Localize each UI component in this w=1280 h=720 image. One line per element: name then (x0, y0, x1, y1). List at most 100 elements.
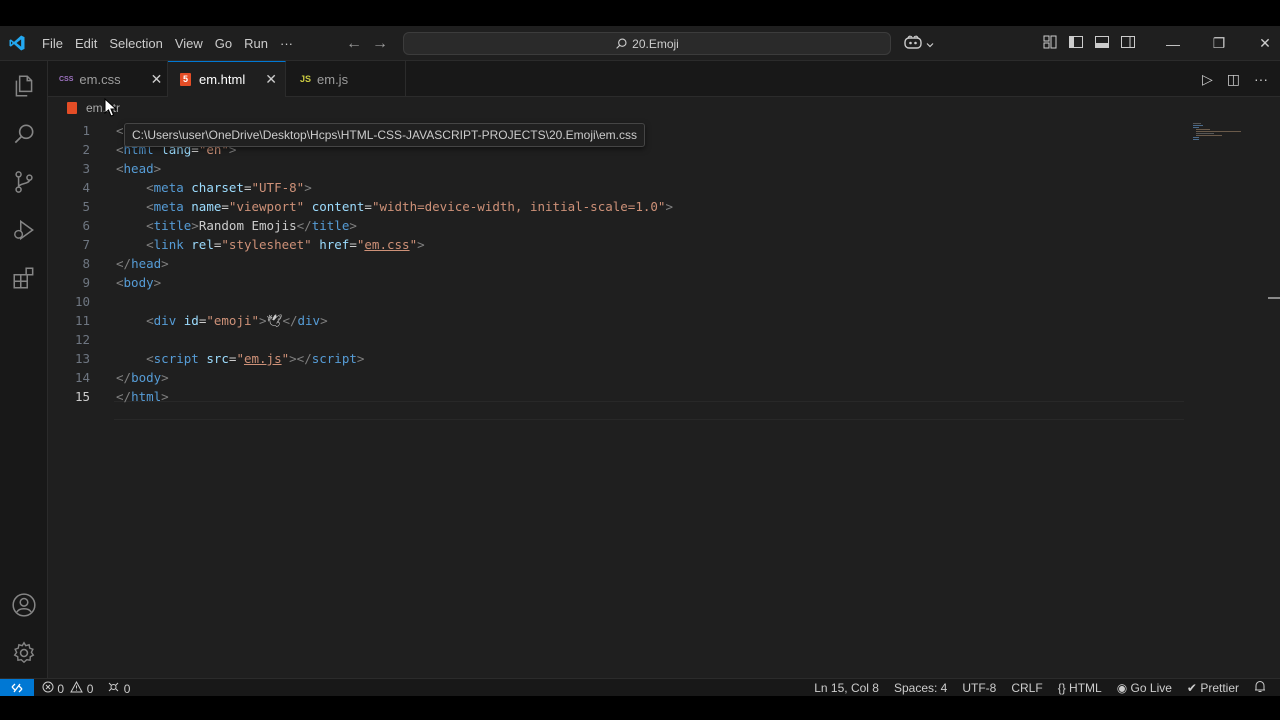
menu-item[interactable]: Edit (69, 26, 103, 61)
code-line[interactable]: <div id="emoji">🕊</div> (116, 311, 328, 330)
prettier-status[interactable]: ✔ Prettier (1187, 681, 1239, 695)
tab-em-css[interactable]: CSS em.css ✕ (48, 61, 168, 97)
code-token: </ (296, 218, 312, 233)
copilot-menu[interactable] (904, 35, 934, 52)
code-token: > (191, 218, 199, 233)
manage-gear-icon[interactable] (11, 640, 37, 666)
tab-label: em.js (317, 71, 349, 87)
line-number: 14 (74, 370, 90, 385)
code-token: > (259, 313, 267, 328)
current-line-highlight (114, 401, 1184, 420)
code-line[interactable]: </html> (116, 387, 169, 406)
code-token: > (320, 313, 328, 328)
search-icon[interactable] (11, 121, 37, 147)
language-mode[interactable]: {} HTML (1058, 681, 1102, 695)
tab-em-html[interactable]: 5 em.html ✕ (168, 61, 286, 97)
explorer-icon[interactable] (11, 73, 37, 99)
run-and-debug-icon[interactable] (11, 217, 37, 243)
restore-button[interactable]: ❐ (1196, 26, 1242, 61)
code-token: body (131, 370, 162, 385)
customize-layout-icon[interactable] (1042, 34, 1058, 50)
back-arrow-icon[interactable]: ← (346, 35, 362, 53)
go-live-button[interactable]: ◉ Go Live (1117, 681, 1172, 695)
accounts-icon[interactable] (11, 592, 37, 618)
code-token: name (191, 199, 222, 214)
line-number: 10 (74, 294, 90, 309)
ports-indicator[interactable]: 0 (107, 681, 130, 696)
indentation[interactable]: Spaces: 4 (894, 681, 947, 695)
menu-item[interactable]: Run (238, 26, 274, 61)
line-number: 5 (82, 199, 90, 214)
code-token: meta (153, 199, 184, 214)
braces-icon: {} (1057, 681, 1066, 695)
menu-bar: File Edit Selection View Go Run ··· (36, 26, 299, 61)
code-token: head (131, 256, 162, 271)
code-line[interactable]: <body> (116, 273, 161, 292)
code-token: > (289, 351, 297, 366)
split-editor-icon[interactable]: ◫ (1227, 71, 1240, 88)
code-line[interactable]: <script src="em.js"></script> (116, 349, 364, 368)
chevron-down-icon (926, 43, 934, 48)
code-line[interactable]: </body> (116, 368, 169, 387)
code-token: > (153, 161, 162, 176)
minimap[interactable] (1193, 123, 1243, 143)
menu-item[interactable]: Go (209, 26, 238, 61)
run-icon[interactable]: ▷ (1202, 71, 1213, 88)
remote-indicator[interactable] (0, 679, 34, 697)
toggle-secondary-sidebar-icon[interactable] (1120, 34, 1136, 50)
mouse-cursor-icon (104, 98, 118, 117)
line-number: 3 (82, 161, 90, 176)
cursor-position[interactable]: Ln 15, Col 8 (814, 681, 879, 695)
forward-arrow-icon[interactable]: → (372, 35, 388, 53)
code-line[interactable]: <title>Random Emojis</title> (116, 216, 357, 235)
code-line[interactable]: <link rel="stylesheet" href="em.css"> (116, 235, 425, 254)
line-number: 9 (82, 275, 90, 290)
code-line[interactable]: <meta charset="UTF-8"> (116, 178, 312, 197)
tab-em-js[interactable]: JS em.js (286, 61, 406, 97)
activity-bar (0, 61, 48, 688)
menu-item[interactable]: Selection (103, 26, 168, 61)
code-token: html (131, 389, 162, 404)
code-token: "viewport" (228, 199, 305, 214)
vscode-logo-icon (9, 35, 25, 51)
encoding[interactable]: UTF-8 (962, 681, 996, 695)
menu-item[interactable]: View (169, 26, 209, 61)
end-of-line[interactable]: CRLF (1011, 681, 1042, 695)
layout-controls (1042, 34, 1136, 50)
code-token: < (116, 161, 124, 176)
code-line[interactable]: </head> (116, 254, 169, 273)
minimize-button[interactable]: — (1150, 26, 1196, 61)
line-number: 13 (74, 351, 90, 366)
toggle-panel-icon[interactable] (1094, 34, 1110, 50)
code-line[interactable]: <meta name="viewport" content="width=dev… (116, 197, 673, 216)
code-editor[interactable]: 123456789101112131415 <!DOCTYPE html><ht… (48, 119, 1280, 688)
broadcast-icon: ◉ (1116, 681, 1128, 695)
toggle-primary-sidebar-icon[interactable] (1068, 34, 1084, 50)
source-control-icon[interactable] (11, 169, 37, 195)
close-window-button[interactable]: ✕ (1242, 26, 1280, 61)
code-line[interactable]: <head> (116, 159, 161, 178)
code-token: title (311, 218, 350, 233)
notifications-bell-icon[interactable] (1254, 680, 1266, 696)
menu-item[interactable]: File (36, 26, 69, 61)
extensions-icon[interactable] (11, 265, 37, 291)
menu-item[interactable]: ··· (274, 26, 299, 61)
file-path-tooltip: C:\Users\user\OneDrive\Desktop\Hcps\HTML… (124, 123, 645, 147)
close-tab-icon[interactable]: ✕ (265, 71, 277, 88)
check-icon: ✔ (1186, 681, 1197, 695)
close-tab-icon[interactable]: ✕ (151, 71, 163, 88)
more-actions-icon[interactable]: ··· (1254, 71, 1268, 87)
error-icon (42, 681, 54, 692)
code-token: </ (282, 313, 298, 328)
errors-count[interactable]: 0 0 (42, 680, 93, 696)
command-center[interactable]: 20.Emoji (403, 32, 891, 55)
title-bar: File Edit Selection View Go Run ··· ← → 20.Emo… (0, 26, 1280, 61)
code-token: em.css (364, 237, 410, 252)
problems-indicator[interactable]: 0 0 0 (42, 679, 130, 697)
